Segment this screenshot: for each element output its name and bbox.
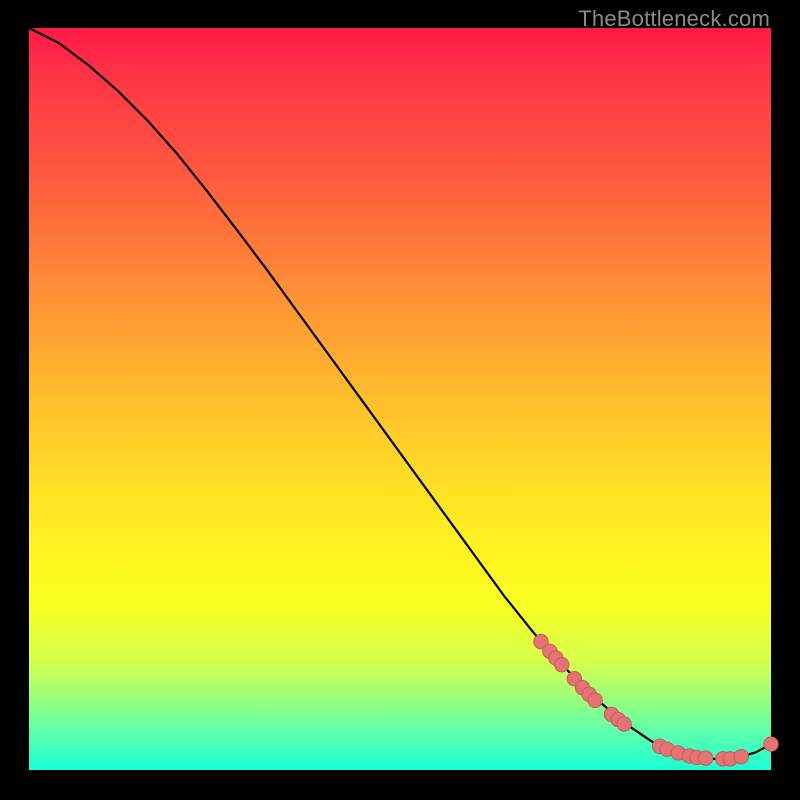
bottleneck-curve [29,28,771,759]
data-marker [555,657,569,671]
marker-group [534,634,778,766]
data-marker [734,749,748,763]
data-marker [588,693,602,707]
chart-overlay [29,28,771,770]
data-marker [617,717,631,731]
data-marker [699,751,713,765]
chart-stage: TheBottleneck.com [0,0,800,800]
data-marker [764,737,778,751]
